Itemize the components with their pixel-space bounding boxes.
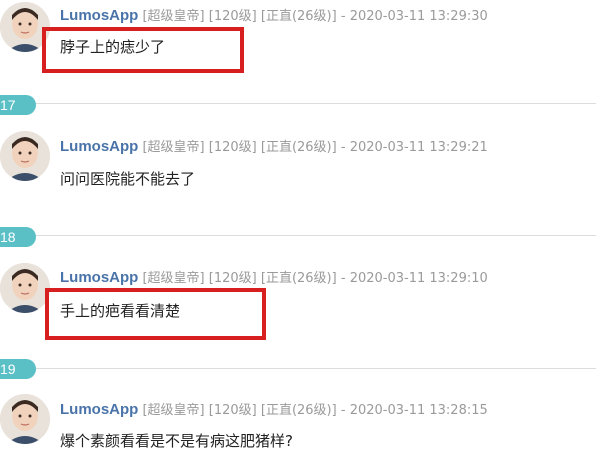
meta-separator: - bbox=[340, 9, 346, 24]
rank-badge: [超级皇帝] bbox=[142, 271, 205, 286]
post-meta: LumosApp [超级皇帝] [120级] [正直(26级)] - 2020-… bbox=[60, 400, 488, 420]
avatar[interactable] bbox=[0, 394, 50, 444]
username-link[interactable]: LumosApp bbox=[60, 7, 138, 24]
meta-separator: - bbox=[340, 271, 346, 286]
rank-badge: [超级皇帝] bbox=[142, 9, 205, 24]
meta-separator: - bbox=[340, 403, 346, 418]
post-divider bbox=[0, 235, 596, 236]
highlight-box bbox=[42, 27, 244, 73]
post-meta: LumosApp [超级皇帝] [120级] [正直(26级)] - 2020-… bbox=[60, 137, 488, 157]
title-badge: [正直(26级)] bbox=[260, 140, 337, 155]
level-badge: [120级] bbox=[208, 140, 257, 155]
post-timestamp: 2020-03-11 13:28:15 bbox=[349, 403, 488, 418]
level-badge: [120级] bbox=[208, 271, 257, 286]
floor-number: 17 bbox=[0, 97, 16, 113]
title-badge: [正直(26级)] bbox=[260, 9, 337, 24]
username-link[interactable]: LumosApp bbox=[60, 138, 138, 155]
title-badge: [正直(26级)] bbox=[260, 271, 337, 286]
post-meta: LumosApp [超级皇帝] [120级] [正直(26级)] - 2020-… bbox=[60, 6, 488, 26]
post-divider bbox=[0, 368, 596, 369]
meta-separator: - bbox=[340, 140, 346, 155]
floor-number-badge: 18 bbox=[0, 227, 36, 247]
rank-badge: [超级皇帝] bbox=[142, 403, 205, 418]
avatar[interactable] bbox=[0, 131, 50, 181]
post-timestamp: 2020-03-11 13:29:10 bbox=[349, 271, 488, 286]
post-content: 爆个素颜看看是不是有病这肥猪样? bbox=[60, 432, 293, 450]
floor-number: 18 bbox=[0, 229, 16, 245]
user-avatar-icon bbox=[0, 263, 50, 313]
floor-number-badge: 17 bbox=[0, 95, 36, 115]
level-badge: [120级] bbox=[208, 9, 257, 24]
floor-number-badge: 19 bbox=[0, 359, 36, 379]
post-timestamp: 2020-03-11 13:29:30 bbox=[349, 9, 488, 24]
user-avatar-icon bbox=[0, 131, 50, 181]
highlight-box bbox=[45, 288, 266, 340]
username-link[interactable]: LumosApp bbox=[60, 269, 138, 286]
user-avatar-icon bbox=[0, 394, 50, 444]
avatar[interactable] bbox=[0, 263, 50, 313]
post-divider bbox=[0, 103, 596, 104]
post-timestamp: 2020-03-11 13:29:21 bbox=[349, 140, 488, 155]
rank-badge: [超级皇帝] bbox=[142, 140, 205, 155]
username-link[interactable]: LumosApp bbox=[60, 401, 138, 418]
level-badge: [120级] bbox=[208, 403, 257, 418]
post-meta: LumosApp [超级皇帝] [120级] [正直(26级)] - 2020-… bbox=[60, 268, 488, 288]
post-content: 问问医院能不能去了 bbox=[60, 170, 196, 188]
title-badge: [正直(26级)] bbox=[260, 403, 337, 418]
floor-number: 19 bbox=[0, 361, 16, 377]
